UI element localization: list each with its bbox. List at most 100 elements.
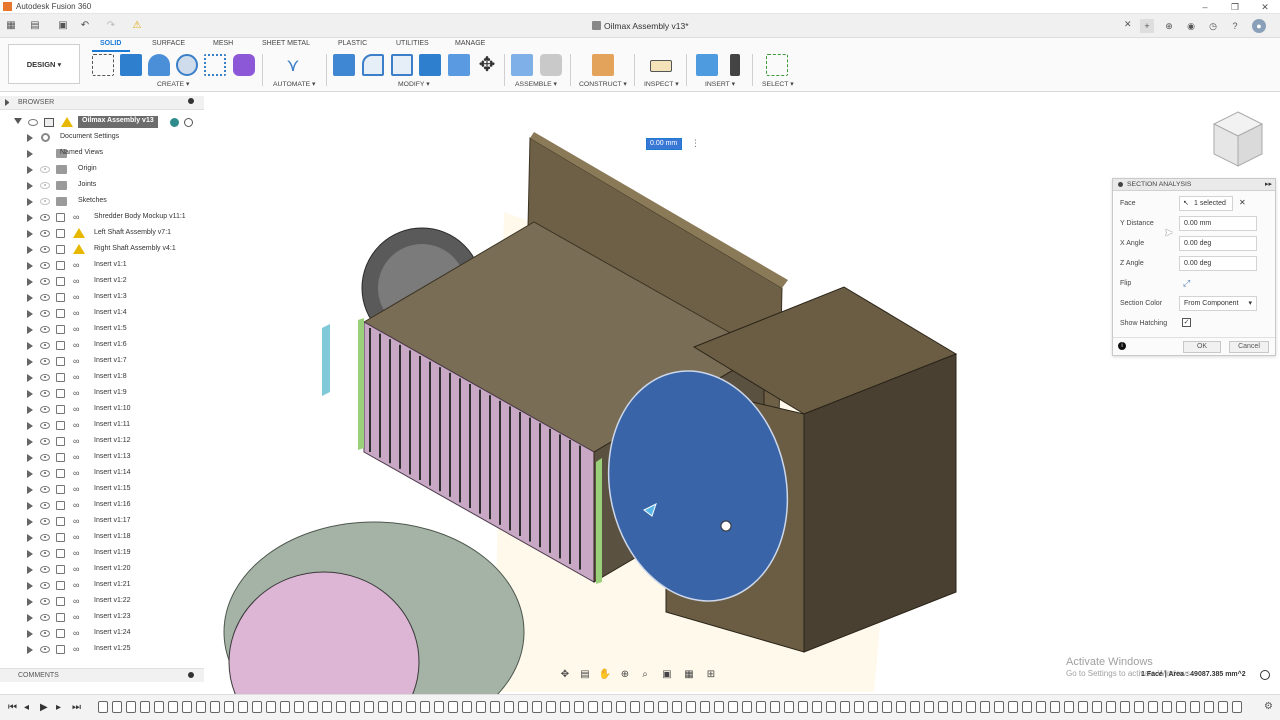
browser-insert-item[interactable]: ∞ Insert v1:15 xyxy=(0,482,204,498)
timeline-feature-icon[interactable] xyxy=(994,701,1004,713)
timeline-feature-icon[interactable] xyxy=(770,701,780,713)
timeline-feature-icon[interactable] xyxy=(700,701,710,713)
visibility-eye-icon[interactable] xyxy=(40,182,50,189)
face-selection-button[interactable]: 1 selected xyxy=(1179,196,1233,211)
timeline-feature-icon[interactable] xyxy=(756,701,766,713)
go-to-end-icon[interactable]: ⏭ xyxy=(72,702,81,713)
insert-image-icon[interactable] xyxy=(696,54,718,76)
go-to-start-icon[interactable]: ⏮ xyxy=(8,702,17,713)
timeline-feature-icon[interactable] xyxy=(882,701,892,713)
timeline-feature-icon[interactable] xyxy=(1022,701,1032,713)
browser-insert-item[interactable]: ∞ Insert v1:9 xyxy=(0,386,204,402)
browser-folder-item[interactable]: Sketches xyxy=(0,194,204,210)
browser-insert-item[interactable]: ∞ Insert v1:8 xyxy=(0,370,204,386)
display-settings-icon[interactable]: ▣ xyxy=(660,668,674,682)
expand-icon[interactable] xyxy=(27,246,33,254)
construct-group-label[interactable]: CONSTRUCT ▾ xyxy=(579,80,627,88)
new-tab-icon[interactable]: + xyxy=(1140,19,1154,33)
hole-icon[interactable] xyxy=(176,54,198,76)
fillet-icon[interactable] xyxy=(362,54,384,76)
automate-group-label[interactable]: AUTOMATE ▾ xyxy=(273,80,315,88)
user-avatar-icon[interactable]: ● xyxy=(1252,19,1266,33)
timeline-feature-icon[interactable] xyxy=(350,701,360,713)
browser-insert-item[interactable]: ∞ Insert v1:19 xyxy=(0,546,204,562)
visibility-eye-icon[interactable] xyxy=(40,454,50,461)
timeline-feature-icon[interactable] xyxy=(924,701,934,713)
expand-icon[interactable] xyxy=(27,582,33,590)
timeline-feature-icon[interactable] xyxy=(1218,701,1228,713)
revolve-icon[interactable] xyxy=(148,54,170,76)
workspace-switcher-button[interactable]: DESIGN ▾ xyxy=(8,44,80,84)
timeline-feature-icon[interactable] xyxy=(532,701,542,713)
browser-component-item[interactable]: Left Shaft Assembly v7:1 xyxy=(0,226,204,242)
visibility-eye-icon[interactable] xyxy=(40,470,50,477)
expand-icon[interactable] xyxy=(27,550,33,558)
pattern-icon[interactable] xyxy=(204,54,226,76)
expand-icon[interactable] xyxy=(27,646,33,654)
timeline-feature-icon[interactable] xyxy=(336,701,346,713)
tab-surface[interactable]: SURFACE xyxy=(152,40,185,47)
automate-icon[interactable]: ⋎ xyxy=(282,54,304,76)
expand-icon[interactable] xyxy=(27,438,33,446)
visibility-eye-icon[interactable] xyxy=(28,119,38,126)
redo-icon[interactable]: ↷ xyxy=(104,19,118,33)
expand-icon[interactable] xyxy=(27,278,33,286)
step-back-icon[interactable]: ◂ xyxy=(24,702,29,713)
grid-settings-icon[interactable]: ▦ xyxy=(682,668,696,682)
visibility-eye-icon[interactable] xyxy=(40,646,50,653)
y-distance-input[interactable]: 0.00 mm xyxy=(1179,216,1257,231)
timeline-feature-icon[interactable] xyxy=(280,701,290,713)
visibility-eye-icon[interactable] xyxy=(40,278,50,285)
browser-folder-item[interactable]: Document Settings xyxy=(0,130,204,146)
timeline-feature-icon[interactable] xyxy=(630,701,640,713)
browser-insert-item[interactable]: ∞ Insert v1:5 xyxy=(0,322,204,338)
help-icon[interactable]: ? xyxy=(1228,19,1242,33)
browser-component-item[interactable]: ∞ Shredder Body Mockup v11:1 xyxy=(0,210,204,226)
radio-activate-icon[interactable] xyxy=(184,118,193,127)
visibility-eye-icon[interactable] xyxy=(40,422,50,429)
select-icon[interactable] xyxy=(766,54,788,76)
timeline-feature-icon[interactable] xyxy=(196,701,206,713)
timeline-feature-icon[interactable] xyxy=(504,701,514,713)
z-angle-input[interactable]: 0.00 deg xyxy=(1179,256,1257,271)
maximize-icon[interactable]: ❐ xyxy=(1220,0,1250,14)
browser-component-item[interactable]: Right Shaft Assembly v4:1 xyxy=(0,242,204,258)
browser-options-icon[interactable] xyxy=(188,98,194,104)
manipulator-origin-icon[interactable] xyxy=(720,520,732,532)
status-options-icon[interactable] xyxy=(1260,670,1270,680)
activate-badge-icon[interactable] xyxy=(170,118,179,127)
browser-insert-item[interactable]: ∞ Insert v1:16 xyxy=(0,498,204,514)
timeline-feature-icon[interactable] xyxy=(910,701,920,713)
visibility-eye-icon[interactable] xyxy=(40,502,50,509)
timeline-feature-icon[interactable] xyxy=(574,701,584,713)
zoom-icon[interactable]: ⌕ xyxy=(638,668,652,682)
browser-insert-item[interactable]: ∞ Insert v1:10 xyxy=(0,402,204,418)
measure-icon[interactable] xyxy=(650,60,672,72)
expand-icon[interactable] xyxy=(27,262,33,270)
browser-insert-item[interactable]: ∞ Insert v1:7 xyxy=(0,354,204,370)
visibility-eye-icon[interactable] xyxy=(40,598,50,605)
timeline-feature-icon[interactable] xyxy=(1232,701,1242,713)
expand-icon[interactable] xyxy=(27,182,33,190)
timeline-feature-icon[interactable] xyxy=(238,701,248,713)
timeline-feature-icon[interactable] xyxy=(728,701,738,713)
timeline-feature-icon[interactable] xyxy=(154,701,164,713)
undo-icon[interactable]: ↶ xyxy=(78,19,92,33)
timeline-feature-icon[interactable] xyxy=(182,701,192,713)
timeline-feature-icon[interactable] xyxy=(420,701,430,713)
visibility-eye-icon[interactable] xyxy=(40,358,50,365)
viewports-icon[interactable]: ⊞ xyxy=(704,668,718,682)
joint-icon[interactable] xyxy=(540,54,562,76)
browser-insert-item[interactable]: ∞ Insert v1:17 xyxy=(0,514,204,530)
press-pull-icon[interactable] xyxy=(333,54,355,76)
timeline-feature-icon[interactable] xyxy=(322,701,332,713)
expand-icon[interactable] xyxy=(27,358,33,366)
timeline-feature-icon[interactable] xyxy=(448,701,458,713)
timeline-feature-icon[interactable] xyxy=(686,701,696,713)
timeline-feature-icon[interactable] xyxy=(1078,701,1088,713)
expand-icon[interactable] xyxy=(27,486,33,494)
timeline-feature-icon[interactable] xyxy=(938,701,948,713)
browser-insert-item[interactable]: ∞ Insert v1:24 xyxy=(0,626,204,642)
visibility-eye-icon[interactable] xyxy=(40,326,50,333)
timeline-feature-icon[interactable] xyxy=(308,701,318,713)
